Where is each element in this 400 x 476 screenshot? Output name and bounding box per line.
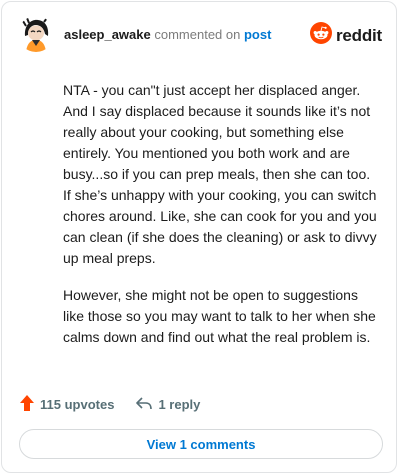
reddit-logo-icon (309, 22, 332, 49)
comment-paragraph: However, she might not be open to sugges… (63, 287, 376, 345)
comment-card: asleep_awake commented on post reddit NT… (1, 1, 397, 473)
avatar[interactable] (18, 16, 54, 52)
comment-actions: 115 upvotes 1 reply (20, 395, 200, 414)
upvote-arrow-icon (20, 395, 34, 414)
comment-meta: asleep_awake commented on post (64, 27, 271, 42)
reddit-brand[interactable]: reddit (309, 22, 382, 49)
reply-arrow-icon (136, 396, 153, 413)
comment-paragraph: NTA - you can"t just accept her displace… (63, 82, 377, 266)
username[interactable]: asleep_awake (64, 27, 151, 42)
upvote-button[interactable]: 115 upvotes (20, 395, 114, 414)
upvote-count: 115 upvotes (40, 397, 115, 412)
reply-count: 1 reply (158, 397, 201, 412)
reply-button[interactable]: 1 reply (136, 396, 200, 413)
view-comments-button[interactable]: View 1 comments (19, 429, 383, 459)
comment-body: NTA - you can"t just accept her displace… (63, 80, 381, 364)
post-link[interactable]: post (244, 27, 271, 42)
meta-verb: commented on (154, 27, 241, 42)
reddit-wordmark: reddit (335, 25, 382, 45)
